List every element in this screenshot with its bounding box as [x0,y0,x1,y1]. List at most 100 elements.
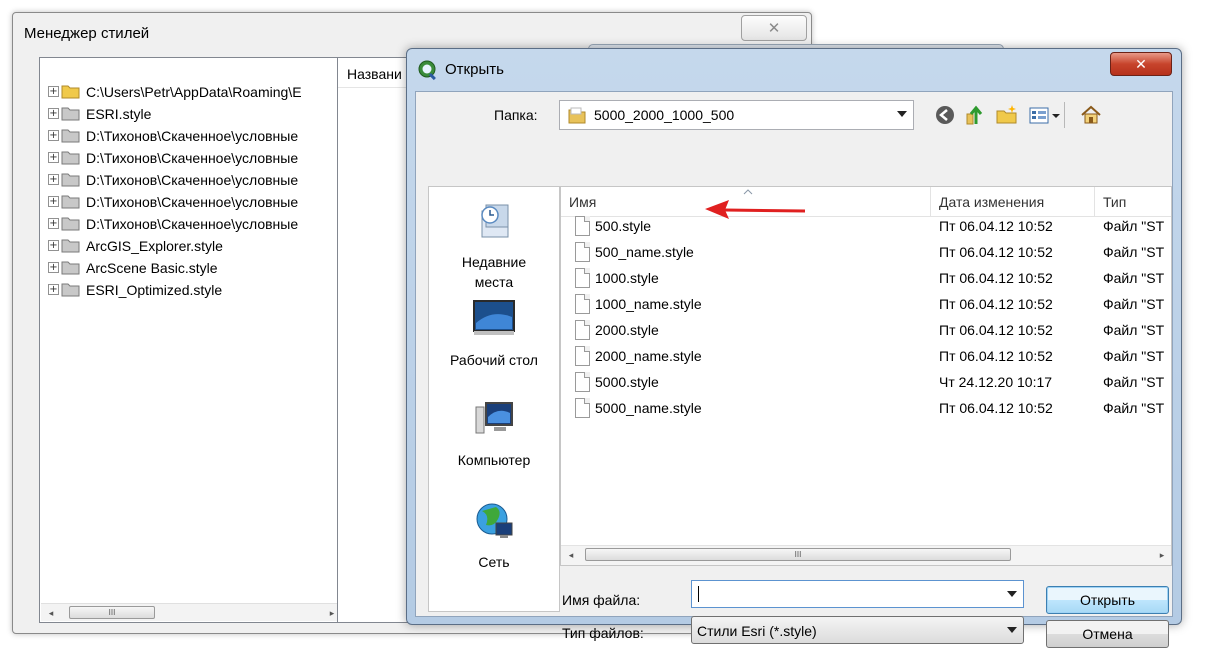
tree-horizontal-scrollbar[interactable]: ◂ III ▸ [41,603,343,621]
back-icon[interactable] [934,104,956,126]
folder-icon [61,173,80,187]
folder-icon [61,283,80,297]
up-folder-icon[interactable] [964,104,986,126]
scroll-thumb[interactable]: III [585,548,1011,561]
file-list-horizontal-scrollbar[interactable]: ◂ III ▸ [561,545,1171,565]
file-date: Пт 06.04.12 10:52 [939,322,1053,338]
folder-icon [61,195,80,209]
place-network[interactable]: Сеть [429,501,559,572]
tree-item[interactable]: + ArcGIS_Explorer.style [48,235,223,256]
tree-item[interactable]: + D:\Тихонов\Скаченное\условные [48,169,298,190]
tree-item-label: D:\Тихонов\Скаченное\условные [86,215,299,232]
column-header-date[interactable]: Дата изменения [931,187,1095,217]
tree-item[interactable]: + ESRI_Optimized.style [48,279,222,300]
file-type: Файл "ST [1103,270,1165,286]
tree-item[interactable]: + D:\Тихонов\Скаченное\условные [48,125,298,146]
chevron-down-icon[interactable] [897,111,907,117]
expand-icon[interactable]: + [48,196,59,207]
place-recent[interactable]: Недавние места [429,201,559,292]
folder-icon [61,261,80,275]
close-button[interactable]: ✕ [741,15,807,41]
file-date: Пт 06.04.12 10:52 [939,400,1053,416]
expand-icon[interactable]: + [48,108,59,119]
text-caret [698,586,699,602]
chevron-down-icon[interactable] [1007,591,1017,597]
file-row[interactable]: 2000.style Пт 06.04.12 10:52 Файл "ST [561,318,1171,344]
tree-item[interactable]: + D:\Тихонов\Скаченное\условные [48,213,298,234]
tree-item[interactable]: + D:\Тихонов\Скаченное\условные [48,147,298,168]
place-computer[interactable]: Компьютер [429,399,559,470]
file-row[interactable]: 5000_name.style Пт 06.04.12 10:52 Файл "ST [561,396,1171,422]
expand-icon[interactable]: + [48,174,59,185]
desktop-icon [473,300,515,335]
folder-label: Папка: [494,107,538,123]
filetype-select[interactable]: Стили Esri (*.style) [691,616,1024,644]
scroll-right-icon[interactable]: ▸ [1155,548,1169,562]
file-row[interactable]: 5000.style Чт 24.12.20 10:17 Файл "ST [561,370,1171,396]
dialog-title: Открыть [445,61,504,78]
expand-icon[interactable]: + [48,86,59,97]
computer-icon [475,402,513,434]
chevron-down-icon[interactable] [1007,627,1017,633]
dialog-body: Папка: 5000_2000_1000_500 Недавние места… [415,91,1173,648]
network-icon [476,503,513,538]
window-title: Менеджер стилей [24,25,150,42]
expand-icon[interactable]: + [48,218,59,229]
file-row[interactable]: 500_name.style Пт 06.04.12 10:52 Файл "ST [561,240,1171,266]
expand-icon[interactable]: + [48,152,59,163]
column-label: Дата изменения [939,194,1045,210]
scroll-thumb[interactable]: III [69,606,155,619]
folder-icon [61,129,80,143]
filename-input[interactable] [691,580,1024,608]
file-type: Файл "ST [1103,374,1165,390]
scroll-left-icon[interactable]: ◂ [44,606,58,620]
place-label: Недавние места [461,254,527,290]
file-name: 5000_name.style [595,400,702,416]
file-list[interactable]: Имя Дата изменения Тип ◂ III ▸ 500.style… [560,186,1172,566]
tree-item[interactable]: + ArcScene Basic.style [48,257,218,278]
filetype-label: Тип файлов: [562,625,644,641]
column-name-header: Названи [347,66,402,82]
folder-combobox[interactable]: 5000_2000_1000_500 [559,100,914,130]
file-type: Файл "ST [1103,218,1165,234]
folder-icon [568,107,586,124]
tree-item[interactable]: + C:\Users\Petr\AppData\Roaming\E [48,81,302,102]
file-name: 5000.style [595,374,659,390]
home-icon[interactable] [1080,104,1102,126]
expand-icon[interactable]: + [48,284,59,295]
tree-item-label: ESRI_Optimized.style [86,281,223,298]
file-icon [575,320,590,340]
tree-item[interactable]: + ESRI.style [48,103,151,124]
file-date: Пт 06.04.12 10:52 [939,218,1053,234]
file-row[interactable]: 1000.style Пт 06.04.12 10:52 Файл "ST [561,266,1171,292]
scroll-left-icon[interactable]: ◂ [564,548,578,562]
column-label: Имя [569,194,597,210]
dialog-close-button[interactable]: ✕ [1110,52,1172,76]
file-row[interactable]: 500.style Пт 06.04.12 10:52 Файл "ST [561,214,1171,240]
tree-item-label: ArcGIS_Explorer.style [86,237,223,254]
file-type: Файл "ST [1103,296,1165,312]
file-row[interactable]: 1000_name.style Пт 06.04.12 10:52 Файл "ST [561,292,1171,318]
file-date: Пт 06.04.12 10:52 [939,270,1053,286]
expand-icon[interactable]: + [48,130,59,141]
view-menu-icon[interactable] [1028,104,1062,126]
new-folder-icon[interactable] [996,104,1018,126]
place-label: Компьютер [457,452,531,468]
file-name: 1000_name.style [595,296,702,312]
open-button[interactable]: Открыть [1046,586,1169,614]
red-arrow-annotation [705,200,806,219]
tree-item[interactable]: + D:\Тихонов\Скаченное\условные [48,191,298,212]
open-dialog: Открыть ✕ Папка: 5000_2000_1000_500 Неда… [406,48,1182,648]
file-type: Файл "ST [1103,400,1165,416]
expand-icon[interactable]: + [48,262,59,273]
styles-tree[interactable]: ◂ III ▸ + C:\Users\Petr\AppData\Roaming\E… [39,57,345,623]
folder-icon [61,217,80,231]
app-icon [418,60,436,81]
column-header-type[interactable]: Тип [1095,187,1171,217]
place-desktop[interactable]: Рабочий стол [429,299,559,370]
cancel-button[interactable]: Отмена [1046,620,1169,648]
expand-icon[interactable]: + [48,240,59,251]
file-icon [575,294,590,314]
file-row[interactable]: 2000_name.style Пт 06.04.12 10:52 Файл "ST [561,344,1171,370]
file-icon [575,346,590,366]
